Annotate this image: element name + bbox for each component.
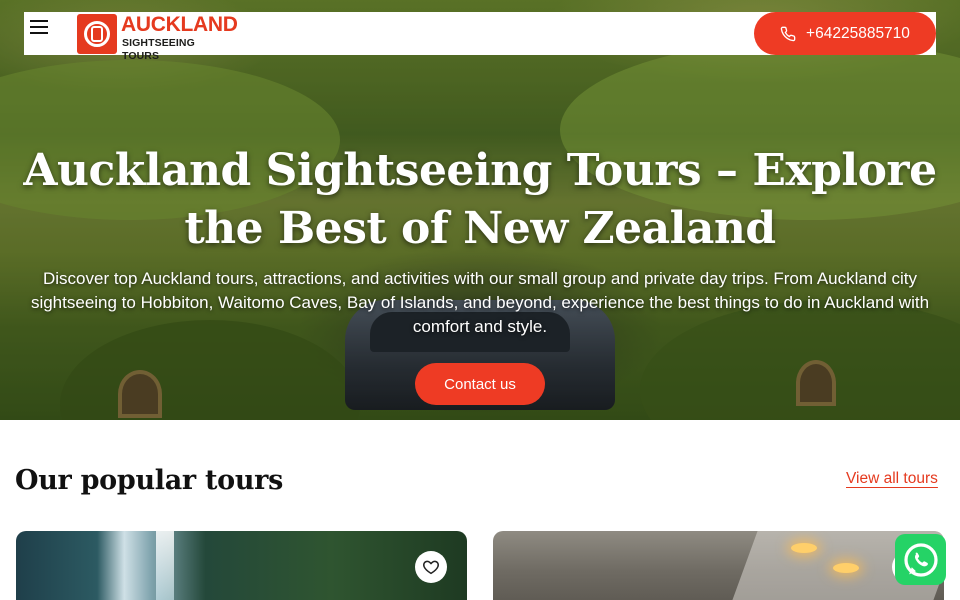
view-all-tours-link[interactable]: View all tours [846, 470, 938, 488]
site-header: AUCKLAND SIGHTSEEING TOURS +64225885710 [24, 12, 936, 62]
tour-card[interactable] [16, 531, 467, 600]
hero-section: Auckland Sightseeing Tours – Explore the… [0, 0, 960, 420]
favorite-button[interactable] [415, 551, 447, 583]
hero-title: Auckland Sightseeing Tours – Explore the… [23, 145, 937, 254]
phone-call-button[interactable]: +64225885710 [754, 12, 936, 55]
tour-card[interactable] [493, 531, 944, 600]
whatsapp-icon [903, 542, 938, 577]
logo-subtitle: SIGHTSEEING TOURS [122, 37, 195, 62]
contact-us-button[interactable]: Contact us [415, 363, 545, 405]
site-logo[interactable]: AUCKLAND SIGHTSEEING TOURS [77, 13, 238, 62]
logo-mark-icon [77, 14, 117, 54]
logo-title: AUCKLAND [121, 13, 238, 36]
hero-subtitle: Discover top Auckland tours, attractions… [30, 269, 930, 336]
hamburger-menu-icon[interactable] [28, 17, 50, 37]
heart-icon [423, 560, 439, 575]
whatsapp-chat-button[interactable] [895, 534, 946, 585]
popular-tours-title: Our popular tours [15, 465, 283, 496]
phone-number: +64225885710 [806, 24, 910, 42]
phone-icon [780, 26, 796, 41]
